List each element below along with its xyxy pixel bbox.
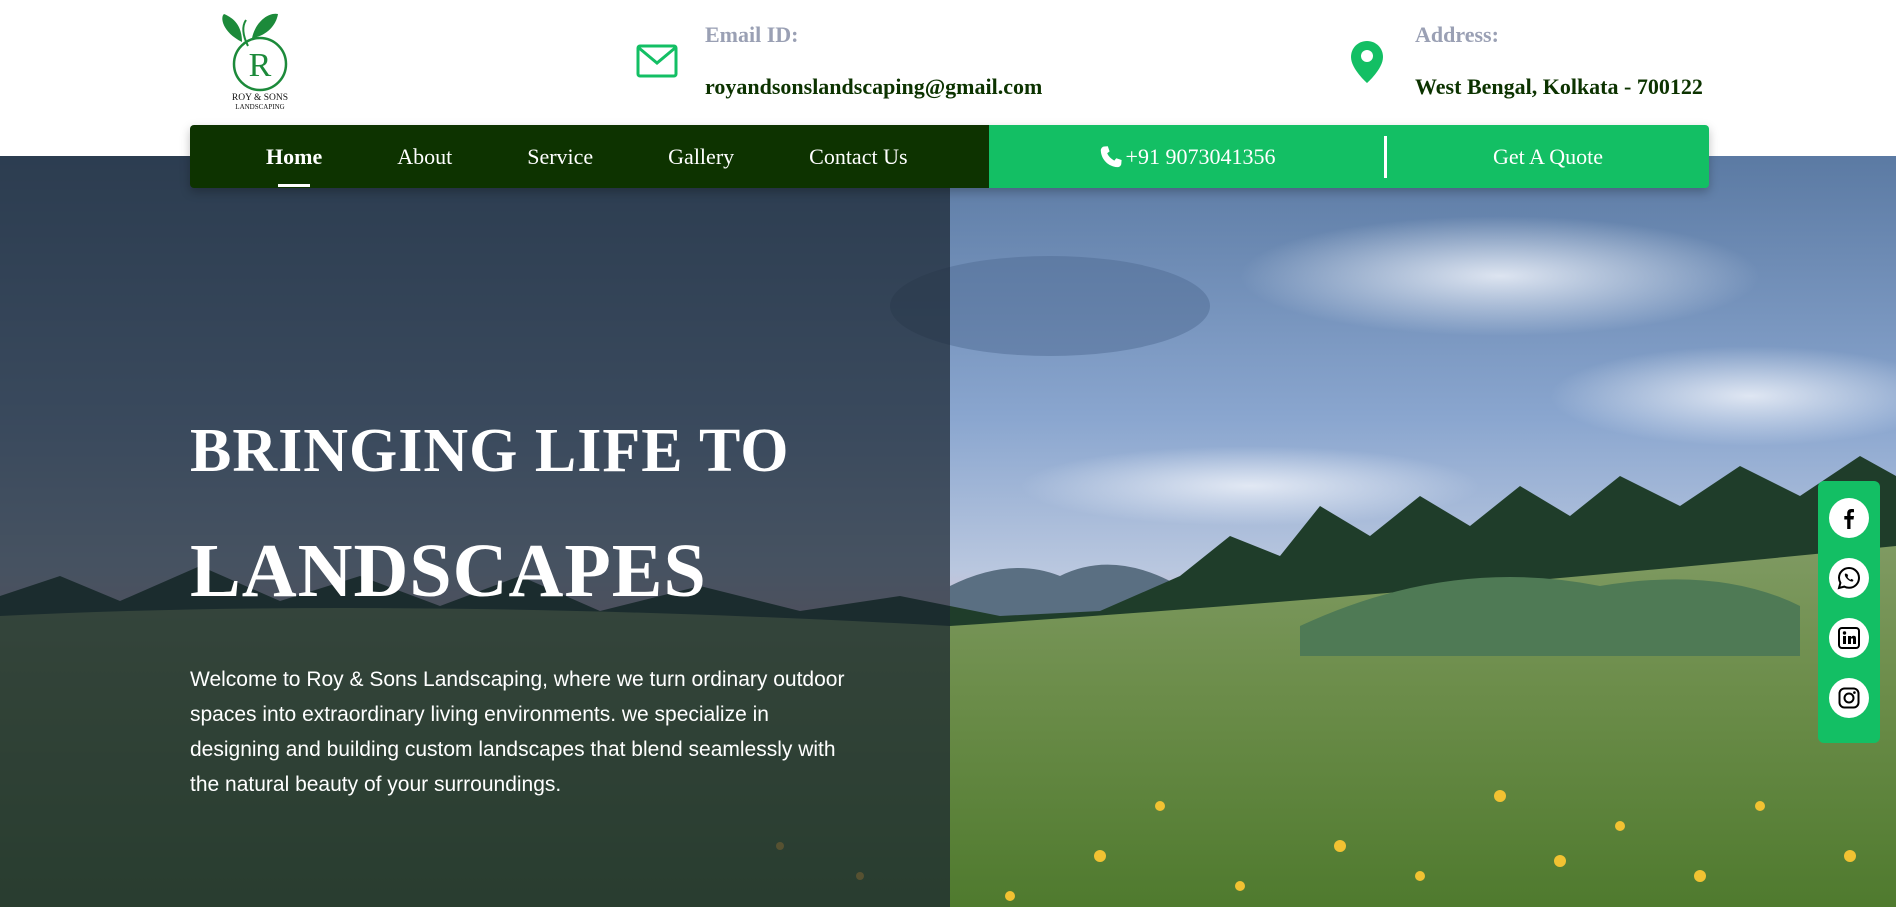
- linkedin-icon[interactable]: [1829, 618, 1869, 658]
- nav-item-about[interactable]: About: [397, 144, 452, 170]
- email-label: Email ID:: [705, 22, 799, 47]
- phone-icon: [1100, 145, 1122, 167]
- nav-cta-area: +91 9073041356 Get A Quote: [989, 125, 1709, 188]
- address-block: Address: West Bengal, Kolkata - 700122: [1415, 22, 1703, 100]
- email-value[interactable]: royandsonslandscaping@gmail.com: [705, 74, 1042, 100]
- phone-link[interactable]: +91 9073041356: [989, 144, 1384, 170]
- nav-menu: Home About Service Gallery Contact Us: [190, 125, 989, 188]
- facebook-icon[interactable]: [1829, 498, 1869, 538]
- hero-headline-line-2: LANDSCAPES: [190, 529, 707, 613]
- whatsapp-icon[interactable]: [1829, 558, 1869, 598]
- address-value: West Bengal, Kolkata - 700122: [1415, 74, 1703, 99]
- social-links-rail: [1818, 481, 1880, 743]
- email-block: Email ID: royandsonslandscaping@gmail.co…: [705, 22, 1042, 100]
- mail-icon: [636, 44, 678, 78]
- hero-section: BRINGING LIFE TO LANDSCAPES Welcome to R…: [0, 156, 1896, 907]
- nav-item-service[interactable]: Service: [527, 144, 593, 170]
- logo-line-2: LANDSCAPING: [235, 103, 284, 111]
- hero-headline-line-1: BRINGING LIFE TO: [190, 417, 790, 485]
- company-logo[interactable]: R ROY & SONS LANDSCAPING: [212, 12, 308, 112]
- instagram-icon[interactable]: [1829, 678, 1869, 718]
- hero-intro-text: Welcome to Roy & Sons Landscaping, where…: [190, 668, 845, 796]
- address-label: Address:: [1415, 22, 1499, 47]
- main-navigation: Home About Service Gallery Contact Us +9…: [190, 125, 1709, 188]
- location-pin-icon: [1351, 41, 1383, 83]
- phone-number: +91 9073041356: [1125, 143, 1276, 169]
- nav-item-gallery[interactable]: Gallery: [668, 144, 734, 170]
- logo-monogram: R: [249, 47, 272, 84]
- logo-emblem: R ROY & SONS LANDSCAPING: [222, 13, 288, 111]
- nav-item-home[interactable]: Home: [266, 144, 322, 187]
- nav-item-contact-us[interactable]: Contact Us: [809, 144, 907, 170]
- get-a-quote-button[interactable]: Get A Quote: [1387, 144, 1709, 170]
- logo-line-1: ROY & SONS: [232, 93, 288, 103]
